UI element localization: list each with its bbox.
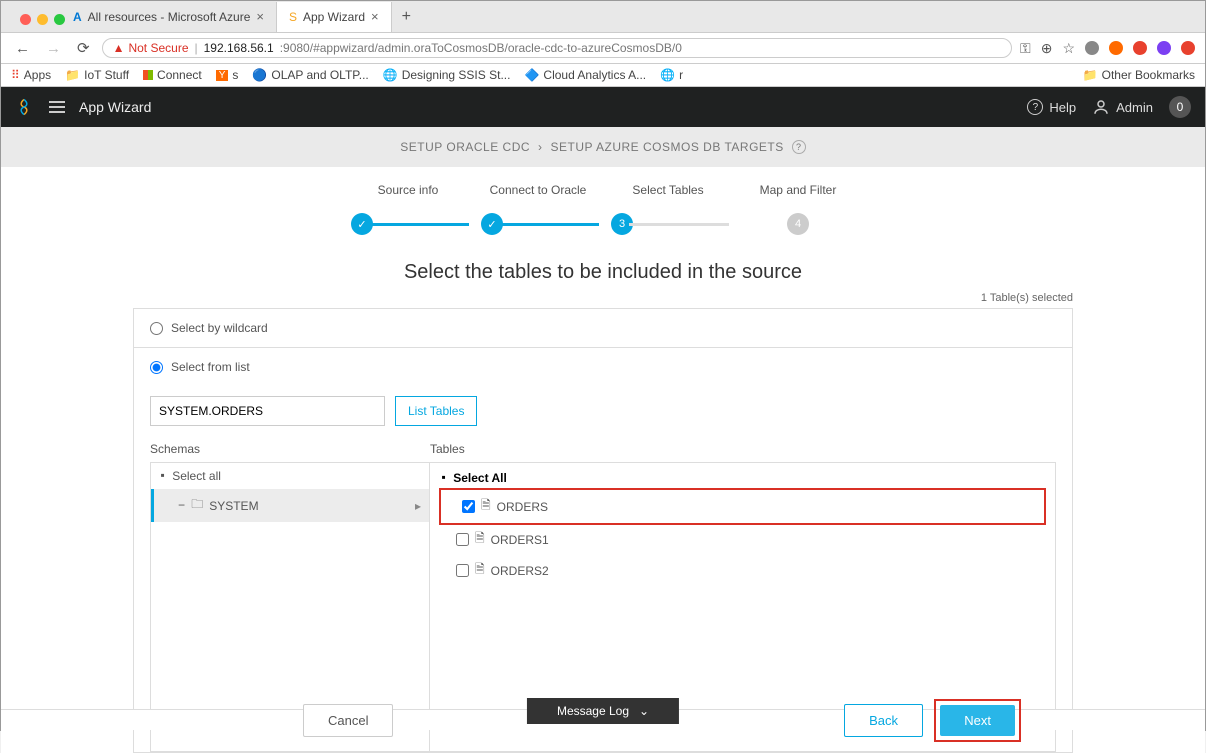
star-icon[interactable]: ☆: [1062, 40, 1075, 57]
collapse-icon[interactable]: ▪: [159, 469, 166, 483]
chevron-down-icon: ⌄: [639, 704, 649, 718]
table-row[interactable]: 🗎 ORDERS1: [430, 524, 1055, 555]
close-icon[interactable]: ×: [256, 9, 264, 24]
url-host: 192.168.56.1: [204, 41, 274, 55]
browser-tab-active[interactable]: S App Wizard ×: [277, 2, 392, 32]
back-icon[interactable]: ←: [11, 38, 34, 59]
extension-icon[interactable]: [1109, 41, 1123, 55]
forward-icon[interactable]: →: [42, 38, 65, 59]
step-label: Source info: [378, 183, 439, 197]
collapse-icon[interactable]: ▪: [440, 471, 447, 485]
folder-icon: 🗀: [191, 495, 203, 516]
schema-item-system[interactable]: − 🗀 SYSTEM ▸: [151, 489, 429, 522]
table-icon: 🗎: [475, 529, 485, 550]
bookmarks-bar: ⠿Apps 📁IoT Stuff Connect Ys 🔵OLAP and OL…: [1, 64, 1205, 87]
tables-header: Tables: [430, 436, 1056, 462]
table-filter-input[interactable]: [150, 396, 385, 426]
chevron-right-icon: ›: [538, 140, 543, 154]
tables-select-all[interactable]: ▪ Select All: [430, 463, 1055, 489]
collapse-icon[interactable]: −: [178, 499, 185, 513]
table-row[interactable]: 🗎 ORDERS2: [430, 555, 1055, 586]
help-link[interactable]: ? Help: [1027, 99, 1076, 115]
back-button[interactable]: Back: [844, 704, 923, 737]
breadcrumb-step: SETUP AZURE COSMOS DB TARGETS: [551, 140, 784, 154]
table-checkbox[interactable]: [456, 564, 469, 577]
message-log-toggle[interactable]: Message Log ⌄: [527, 698, 679, 724]
step-label: Select Tables: [632, 183, 703, 197]
table-checkbox[interactable]: [462, 500, 475, 513]
breadcrumb-step[interactable]: SETUP ORACLE CDC: [400, 140, 530, 154]
page-title: App Wizard: [79, 99, 151, 115]
chevron-right-icon: ▸: [415, 499, 421, 513]
table-icon: 🗎: [481, 496, 491, 517]
tab-title: All resources - Microsoft Azure: [88, 10, 251, 24]
browser-chrome: A All resources - Microsoft Azure × S Ap…: [1, 1, 1205, 87]
security-warning: ▲ Not Secure: [113, 41, 189, 55]
reload-icon[interactable]: ⟳: [73, 37, 94, 59]
new-tab-button[interactable]: +: [392, 8, 421, 26]
radio-wildcard[interactable]: Select by wildcard: [134, 309, 1072, 348]
tab-title: App Wizard: [303, 10, 365, 24]
extension-icon[interactable]: [1181, 41, 1195, 55]
list-tables-button[interactable]: List Tables: [395, 396, 477, 426]
user-menu[interactable]: Admin: [1092, 98, 1153, 116]
app-logo-icon: [15, 97, 35, 117]
cancel-button[interactable]: Cancel: [303, 704, 393, 737]
selection-panel: Select by wildcard Select from list List…: [133, 308, 1073, 753]
help-icon: ?: [1027, 99, 1043, 115]
window-minimize[interactable]: [37, 14, 48, 25]
radio-input[interactable]: [150, 361, 163, 374]
bookmark-item[interactable]: 🔷Cloud Analytics A...: [524, 68, 646, 82]
step-label: Map and Filter: [760, 183, 837, 197]
table-icon: 🗎: [475, 560, 485, 581]
apps-shortcut[interactable]: ⠿Apps: [11, 68, 51, 82]
bookmark-item[interactable]: 🔵OLAP and OLTP...: [252, 68, 368, 82]
url-path: :9080/#appwizard/admin.oraToCosmosDB/ora…: [280, 41, 682, 55]
step-label: Connect to Oracle: [490, 183, 587, 197]
step-future-icon: 4: [787, 213, 809, 235]
selection-count: 1 Table(s) selected: [133, 292, 1073, 304]
other-bookmarks[interactable]: 📁Other Bookmarks: [1083, 68, 1195, 82]
close-icon[interactable]: ×: [371, 9, 379, 24]
warning-icon: ▲: [113, 41, 125, 55]
breadcrumb: SETUP ORACLE CDC › SETUP AZURE COSMOS DB…: [1, 127, 1205, 167]
schema-select-all[interactable]: ▪ Select all: [151, 463, 429, 489]
section-subtitle: Select the tables to be included in the …: [1, 261, 1205, 284]
bookmark-item[interactable]: Ys: [216, 68, 239, 82]
notification-badge[interactable]: 0: [1169, 96, 1191, 118]
app-header: App Wizard ? Help Admin 0: [1, 87, 1205, 127]
bookmark-item[interactable]: 🌐Designing SSIS St...: [383, 68, 511, 82]
striim-icon: S: [289, 10, 297, 24]
schemas-header: Schemas: [150, 436, 430, 462]
extension-icon[interactable]: [1133, 41, 1147, 55]
window-close[interactable]: [20, 14, 31, 25]
table-checkbox[interactable]: [456, 533, 469, 546]
bookmark-item[interactable]: Connect: [143, 68, 202, 82]
main-content: Source info ✓ Connect to Oracle ✓ Select…: [1, 167, 1205, 753]
extension-icon[interactable]: [1085, 41, 1099, 55]
window-maximize[interactable]: [54, 14, 65, 25]
key-icon[interactable]: ⚿: [1020, 40, 1031, 57]
browser-tab[interactable]: A All resources - Microsoft Azure ×: [61, 2, 277, 32]
table-row-orders[interactable]: 🗎 ORDERS: [442, 491, 1043, 522]
radio-input[interactable]: [150, 322, 163, 335]
bookmark-item[interactable]: 🌐r: [660, 68, 683, 82]
wizard-footer: Cancel Back Next Message Log ⌄: [1, 709, 1205, 730]
bookmark-folder[interactable]: 📁IoT Stuff: [65, 68, 129, 82]
address-bar[interactable]: ▲ Not Secure | 192.168.56.1:9080/#appwiz…: [102, 38, 1012, 58]
radio-list[interactable]: Select from list: [134, 348, 1072, 386]
user-icon: [1092, 98, 1110, 116]
zoom-icon[interactable]: ⊕: [1041, 40, 1053, 57]
help-icon[interactable]: ?: [792, 140, 806, 154]
menu-icon[interactable]: [49, 101, 65, 113]
extension-icon[interactable]: [1157, 41, 1171, 55]
progress-stepper: Source info ✓ Connect to Oracle ✓ Select…: [1, 177, 1205, 241]
